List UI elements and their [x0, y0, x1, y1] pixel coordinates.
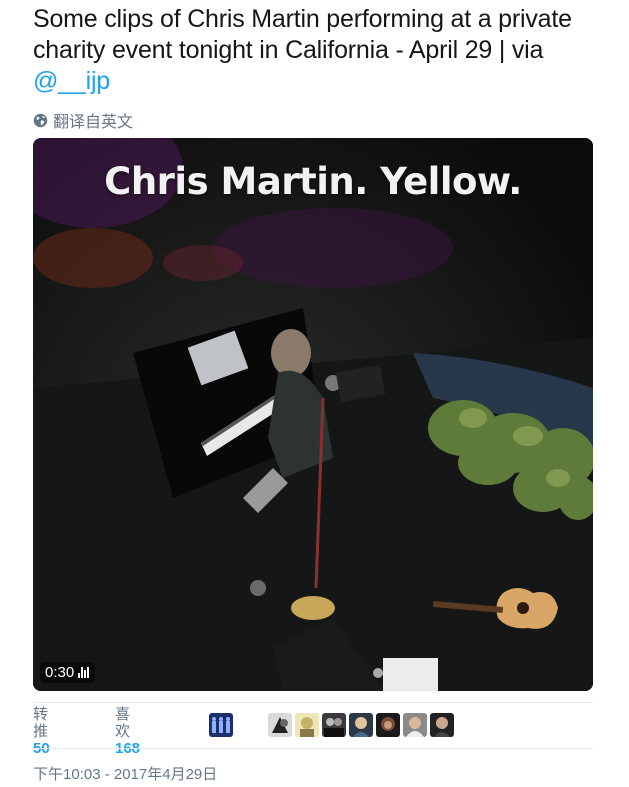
retweets-stat[interactable]: 转推 50: [33, 706, 50, 757]
avatar[interactable]: [376, 713, 400, 737]
tweet-text-body: Some clips of Chris Martin performing at…: [33, 5, 572, 64]
mention-link[interactable]: @__ijp: [33, 67, 110, 95]
translate-label: 翻译自英文: [53, 114, 134, 131]
tweet-timestamp: 下午10:03 - 2017年4月29日: [33, 766, 218, 783]
duration-text: 0:30: [45, 664, 75, 681]
avatar[interactable]: [349, 713, 373, 737]
tweet-text: Some clips of Chris Martin performing at…: [33, 4, 603, 97]
duration-badge: 0:30: [40, 662, 96, 683]
video-frame: [33, 138, 593, 691]
globe-icon: [33, 113, 48, 127]
avatar[interactable]: [322, 713, 346, 737]
likes-stat[interactable]: 喜欢 168: [115, 706, 140, 757]
translate-link[interactable]: 翻译自英文: [33, 108, 133, 132]
video-caption: Chris Martin. Yellow.: [104, 160, 522, 203]
retweets-label: 转推: [33, 706, 49, 740]
volume-bars-icon: [78, 667, 90, 678]
avatar[interactable]: [268, 713, 292, 737]
likes-label: 喜欢: [115, 706, 131, 740]
stats-divider-top: [33, 702, 593, 703]
avatar[interactable]: [430, 713, 454, 737]
liker-avatars: [209, 713, 457, 737]
stats-divider-bottom: [33, 748, 593, 749]
avatar[interactable]: [295, 713, 319, 737]
avatar[interactable]: [403, 713, 427, 737]
avatar[interactable]: [209, 713, 233, 737]
video-player[interactable]: Chris Martin. Yellow. 0:30: [33, 138, 593, 691]
